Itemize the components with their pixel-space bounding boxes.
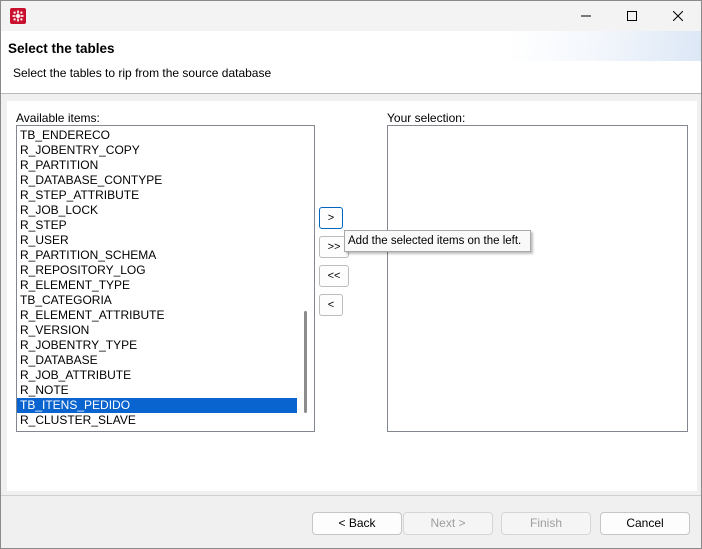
list-item[interactable]: R_JOB_ATTRIBUTE <box>17 368 297 383</box>
list-item[interactable]: TB_ITENS_PEDIDO <box>17 398 297 413</box>
remove-all-button[interactable]: << <box>319 265 349 287</box>
list-item[interactable]: R_PARTITION_SCHEMA <box>17 248 297 263</box>
list-item[interactable]: R_ELEMENT_ATTRIBUTE <box>17 308 297 323</box>
close-icon <box>673 11 683 21</box>
cancel-button[interactable]: Cancel <box>600 512 690 535</box>
list-item[interactable]: R_DATABASE_CONTYPE <box>17 173 297 188</box>
wizard-header: Select the tables Select the tables to r… <box>1 31 701 94</box>
title-bar <box>1 1 701 31</box>
list-item[interactable]: TB_CATEGORIA <box>17 293 297 308</box>
list-item[interactable]: TB_ENDERECO <box>17 128 297 143</box>
wizard-window: Select the tables Select the tables to r… <box>0 0 702 549</box>
back-button[interactable]: < Back <box>312 512 402 535</box>
list-item[interactable]: R_REPOSITORY_LOG <box>17 263 297 278</box>
page-title: Select the tables <box>8 41 115 56</box>
list-item[interactable]: R_ELEMENT_TYPE <box>17 278 297 293</box>
list-item[interactable]: R_JOBENTRY_COPY <box>17 143 297 158</box>
your-selection-label: Your selection: <box>387 111 466 125</box>
available-items-label: Available items: <box>16 111 100 125</box>
list-item[interactable]: R_DATABASE <box>17 353 297 368</box>
page-description: Select the tables to rip from the source… <box>13 66 272 80</box>
maximize-button[interactable] <box>609 1 655 31</box>
list-item[interactable]: R_PARTITION <box>17 158 297 173</box>
list-item[interactable]: R_STEP_ATTRIBUTE <box>17 188 297 203</box>
list-item[interactable]: R_JOBENTRY_TYPE <box>17 338 297 353</box>
list-item[interactable]: R_NOTE <box>17 383 297 398</box>
next-button[interactable]: Next > <box>403 512 493 535</box>
add-selected-button[interactable]: > <box>319 207 343 229</box>
scrollbar-thumb[interactable] <box>304 311 307 413</box>
list-item[interactable]: R_CLUSTER_SLAVE <box>17 413 297 428</box>
list-item[interactable]: R_VERSION <box>17 323 297 338</box>
available-items-list[interactable]: TB_ENDERECO R_JOBENTRY_COPY R_PARTITION R_D… <box>16 125 315 432</box>
list-item[interactable]: R_JOB_LOCK <box>17 203 297 218</box>
tooltip: Add the selected items on the left. <box>344 230 531 252</box>
remove-selected-button[interactable]: < <box>319 294 343 316</box>
maximize-icon <box>627 11 637 21</box>
list-item[interactable]: R_USER <box>17 233 297 248</box>
minimize-icon <box>581 15 591 17</box>
app-icon <box>10 8 26 24</box>
header-banner <box>511 31 701 61</box>
your-selection-list[interactable] <box>387 125 688 432</box>
finish-button[interactable]: Finish <box>501 512 591 535</box>
available-items-container: TB_ENDERECO R_JOBENTRY_COPY R_PARTITION R_D… <box>17 128 297 428</box>
minimize-button[interactable] <box>563 1 609 31</box>
footer-separator <box>1 495 701 496</box>
close-button[interactable] <box>655 1 701 31</box>
wizard-content: Available items: Your selection: TB_ENDE… <box>7 101 697 491</box>
list-item[interactable]: R_STEP <box>17 218 297 233</box>
